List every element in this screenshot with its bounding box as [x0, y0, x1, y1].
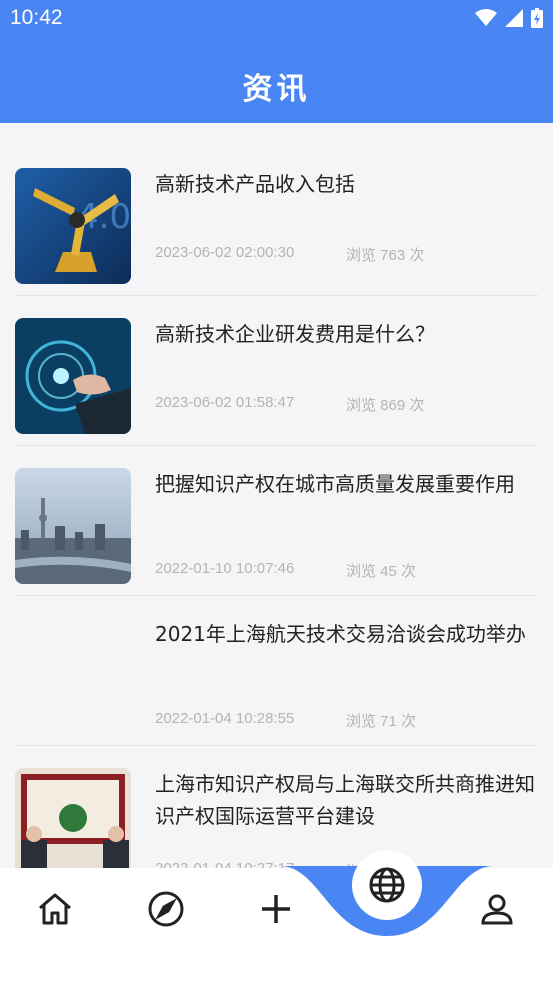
article-date: 2023-06-02 01:58:47	[155, 394, 295, 411]
article-title[interactable]: 高新技术企业研发费用是什么？	[155, 318, 535, 350]
home-icon	[39, 893, 71, 925]
list-item[interactable]: 2021年上海航天技术交易洽谈会成功举办 2022-01-04 10:28:55…	[15, 596, 538, 746]
article-thumbnail: 4.0	[15, 168, 131, 284]
nav-profile[interactable]	[474, 886, 520, 932]
article-thumbnail	[15, 318, 131, 434]
list-item[interactable]: 高新技术企业研发费用是什么？ 2023-06-02 01:58:47 浏览 86…	[15, 296, 538, 446]
nav-discover[interactable]	[143, 886, 189, 932]
plus-icon	[262, 895, 290, 923]
article-date: 2023-06-02 02:00:30	[155, 244, 295, 261]
signal-icon	[505, 9, 523, 27]
wifi-icon	[475, 9, 497, 26]
news-list[interactable]: 4.0 高新技术产品收入包括 2023-06-02 02:00:30 浏览 76…	[0, 123, 553, 868]
user-icon	[481, 894, 513, 925]
article-thumbnail	[15, 768, 131, 868]
battery-icon	[531, 8, 543, 28]
article-title[interactable]: 高新技术产品收入包括	[155, 168, 535, 200]
article-views: 浏览 71 次	[346, 713, 417, 730]
article-views: 浏览 869 次	[346, 397, 425, 414]
list-item[interactable]: 把握知识产权在城市高质量发展重要作用 2022-01-10 10:07:46 浏…	[15, 446, 538, 596]
article-date: 2022-01-10 10:07:46	[155, 560, 295, 577]
page-title: 资讯	[242, 72, 311, 107]
article-date: 2022-01-04 10:28:55	[155, 710, 295, 727]
status-icons	[475, 8, 543, 28]
article-date: 2022-01-04 10:27:17	[155, 860, 294, 868]
status-time: 10:42	[10, 6, 63, 29]
nav-news[interactable]	[352, 850, 422, 920]
list-item[interactable]: 上海市知识产权局与上海联交所共商推进知识产权国际运营平台建设 2022-01-0…	[15, 746, 538, 868]
globe-icon	[369, 867, 405, 903]
article-title[interactable]: 2021年上海航天技术交易洽谈会成功举办	[155, 618, 535, 650]
article-thumbnail	[15, 468, 131, 584]
compass-icon	[148, 891, 184, 927]
article-title[interactable]: 上海市知识产权局与上海联交所共商推进知识产权国际运营平台建设	[155, 768, 535, 832]
nav-home[interactable]	[32, 886, 78, 932]
list-item[interactable]: 4.0 高新技术产品收入包括 2023-06-02 02:00:30 浏览 76…	[15, 146, 538, 296]
article-title[interactable]: 把握知识产权在城市高质量发展重要作用	[155, 468, 535, 500]
article-views: 浏览 763 次	[346, 247, 425, 264]
nav-add[interactable]	[253, 886, 299, 932]
bottom-nav	[0, 850, 553, 984]
article-views: 浏览 45 次	[346, 563, 417, 580]
app-header: 10:42 资讯	[0, 0, 553, 123]
